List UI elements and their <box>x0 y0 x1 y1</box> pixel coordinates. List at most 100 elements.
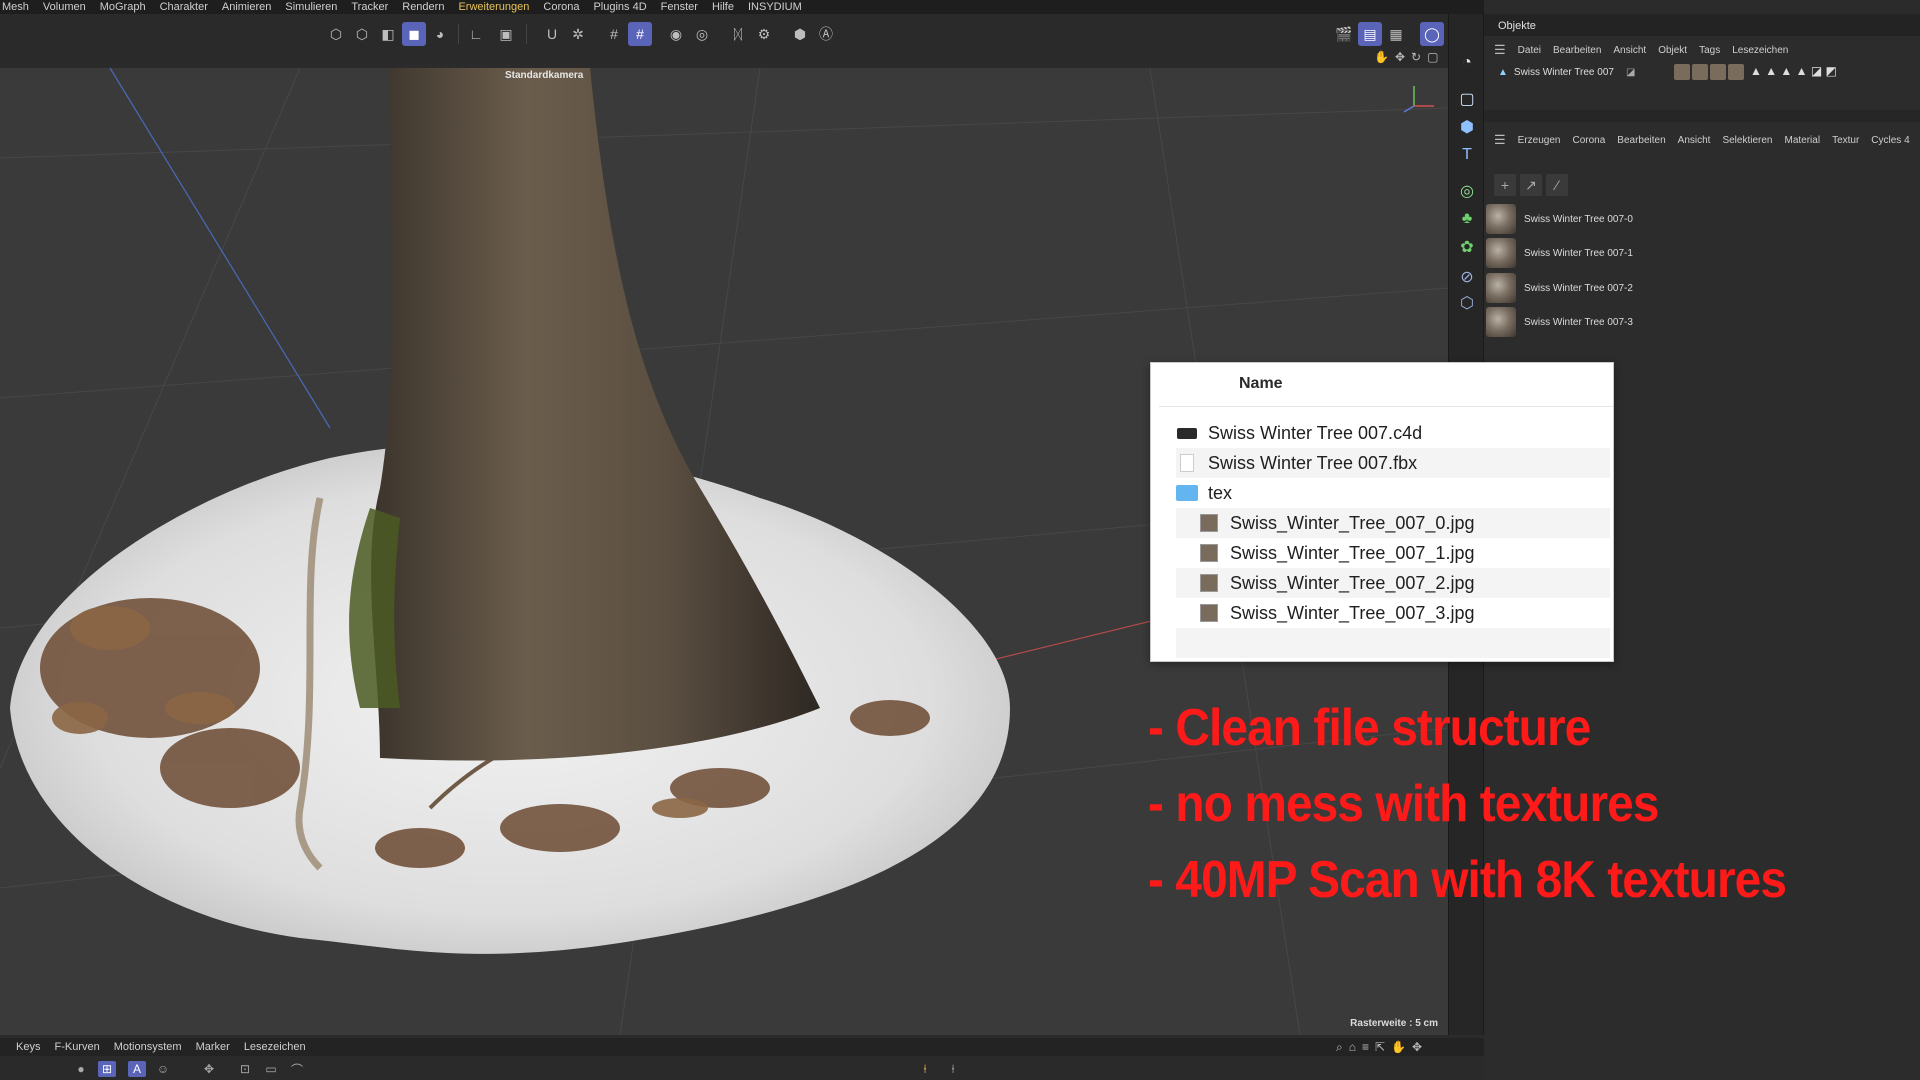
axis-icon[interactable]: ∟ <box>464 22 488 46</box>
menu-corona[interactable]: Corona <box>543 1 579 13</box>
menu-volumen[interactable]: Volumen <box>43 1 86 13</box>
pan-icon[interactable]: ✋ <box>1374 50 1389 64</box>
home-icon[interactable]: ⌂ <box>1349 1040 1356 1055</box>
add-marker-icon[interactable]: ⍿ <box>944 1061 962 1077</box>
maximize-view-icon[interactable]: ▢ <box>1427 50 1438 64</box>
small-cube-icon[interactable]: ⬡ <box>1454 290 1480 316</box>
menu-lesezeichen[interactable]: Lesezeichen <box>1732 45 1788 56</box>
effector-gear-icon[interactable]: ✿ <box>1454 234 1480 260</box>
menu-ansicht[interactable]: Ansicht <box>1678 135 1711 146</box>
add-icon[interactable]: + <box>1494 174 1516 196</box>
menu-charakter[interactable]: Charakter <box>160 1 208 13</box>
external-icon[interactable]: ⇱ <box>1375 1040 1385 1055</box>
pan-icon[interactable]: ✋ <box>1391 1040 1406 1055</box>
finder-row[interactable]: tex <box>1176 478 1610 508</box>
rotate-view-icon[interactable]: ↻ <box>1411 50 1421 64</box>
menu-tags[interactable]: Tags <box>1699 45 1720 56</box>
finder-row[interactable]: Swiss Winter Tree 007.c4d <box>1176 418 1610 448</box>
magnet-icon[interactable]: U <box>540 22 564 46</box>
grid-snap-icon[interactable]: # <box>602 22 626 46</box>
uvw-tag-icon[interactable]: ▲ ▲ ▲ ▲ ◪ ◩ <box>1750 64 1837 80</box>
material-item[interactable]: Swiss Winter Tree 007-0 <box>1486 202 1906 236</box>
material-tag-icon[interactable] <box>1674 64 1690 80</box>
menu-bearbeiten[interactable]: Bearbeiten <box>1617 135 1665 146</box>
text-icon[interactable]: T <box>1454 142 1480 168</box>
menu-fkurven[interactable]: F-Kurven <box>54 1041 99 1053</box>
material-item[interactable]: Swiss Winter Tree 007-2 <box>1486 271 1906 305</box>
rectangle-icon[interactable]: ▢ <box>1454 86 1480 112</box>
menu-keys[interactable]: Keys <box>16 1041 40 1053</box>
curve-icon[interactable]: ⌒ <box>288 1061 306 1077</box>
menu-motionsystem[interactable]: Motionsystem <box>114 1041 182 1053</box>
visibility-icon[interactable]: ◪ <box>1626 67 1635 78</box>
cycle-icon[interactable]: ◯ <box>1420 22 1444 46</box>
frame-icon[interactable]: ⊡ <box>236 1061 254 1077</box>
snap-settings-icon[interactable]: ✲ <box>566 22 590 46</box>
move-view-icon[interactable]: ✥ <box>1395 50 1405 64</box>
solo-icon[interactable]: ▣ <box>494 22 518 46</box>
material-tag-icon[interactable] <box>1728 64 1744 80</box>
menu-erzeugen[interactable]: Erzeugen <box>1518 135 1561 146</box>
key-icon[interactable]: ▭ <box>262 1061 280 1077</box>
material-tag-icon[interactable] <box>1710 64 1726 80</box>
deformer-icon[interactable]: ⊘ <box>1454 264 1480 290</box>
workplane-icon[interactable]: # <box>628 22 652 46</box>
menu-mograph[interactable]: MoGraph <box>100 1 146 13</box>
menu-objekt[interactable]: Objekt <box>1658 45 1687 56</box>
menu-marker[interactable]: Marker <box>196 1041 230 1053</box>
menu-lesezeichen[interactable]: Lesezeichen <box>244 1041 306 1053</box>
move-icon[interactable]: ✥ <box>1412 1040 1422 1055</box>
render-settings-icon[interactable]: ▦ <box>1384 22 1408 46</box>
material-item[interactable]: Swiss Winter Tree 007-1 <box>1486 236 1906 270</box>
menu-simulieren[interactable]: Simulieren <box>285 1 337 13</box>
polygons-mode-icon[interactable]: ◧ <box>376 22 400 46</box>
gear-icon[interactable]: ⚙ <box>752 22 776 46</box>
hexagon-icon[interactable]: ⬢ <box>788 22 812 46</box>
finder-header[interactable]: Name <box>1159 363 1613 407</box>
marker-icon[interactable]: ⍿ <box>916 1061 934 1077</box>
render-view-icon[interactable]: 🎬 <box>1332 22 1356 46</box>
menu-cycles4d[interactable]: Cycles 4 <box>1871 135 1909 146</box>
render-picture-viewer-icon[interactable]: ▤ <box>1358 22 1382 46</box>
search-icon[interactable]: ⌕ <box>1336 1040 1343 1055</box>
menu-corona[interactable]: Corona <box>1572 135 1605 146</box>
menu-animieren[interactable]: Animieren <box>222 1 272 13</box>
menu-insydium[interactable]: INSYDIUM <box>748 1 802 13</box>
object-row[interactable]: ▲ Swiss Winter Tree 007 ◪ <box>1498 64 1635 80</box>
text-a-icon[interactable]: A <box>128 1061 146 1077</box>
menu-bearbeiten[interactable]: Bearbeiten <box>1553 45 1601 56</box>
material-tag-icon[interactable] <box>1692 64 1708 80</box>
menu-mesh[interactable]: Mesh <box>2 1 29 13</box>
symmetry-icon[interactable]: ᛞ <box>726 22 750 46</box>
finder-row[interactable]: Swiss_Winter_Tree_007_1.jpg <box>1176 538 1610 568</box>
points-mode-icon[interactable]: ⬡ <box>324 22 348 46</box>
menu-fenster[interactable]: Fenster <box>661 1 698 13</box>
finder-row[interactable]: Swiss_Winter_Tree_007_3.jpg <box>1176 598 1610 628</box>
menu-hilfe[interactable]: Hilfe <box>712 1 734 13</box>
live-select-icon[interactable]: ◔ <box>1454 50 1480 76</box>
objects-tab[interactable]: Objekte <box>1484 14 1920 36</box>
menu-datei[interactable]: Datei <box>1518 45 1541 56</box>
camera-object-icon[interactable]: ◎ <box>1454 178 1480 204</box>
move-key-icon[interactable]: ✥ <box>200 1061 218 1077</box>
edges-mode-icon[interactable]: ⬡ <box>350 22 374 46</box>
object-mode-icon[interactable]: ◕ <box>428 22 452 46</box>
menu-material[interactable]: Material <box>1784 135 1820 146</box>
menu-ansicht[interactable]: Ansicht <box>1613 45 1646 56</box>
hamburger-icon[interactable]: ☰ <box>1494 132 1506 148</box>
record-icon[interactable]: ◉ <box>664 22 688 46</box>
menu-textur[interactable]: Textur <box>1832 135 1859 146</box>
cube-icon[interactable]: ⬢ <box>1454 114 1480 140</box>
finder-row[interactable]: Swiss_Winter_Tree_007_2.jpg <box>1176 568 1610 598</box>
hierarchy-icon[interactable]: ⊞ <box>98 1061 116 1077</box>
arrow-icon[interactable]: ↗ <box>1520 174 1542 196</box>
person-icon[interactable]: ☺ <box>154 1061 172 1077</box>
material-item[interactable]: Swiss Winter Tree 007-3 <box>1486 305 1906 339</box>
menu-tracker[interactable]: Tracker <box>351 1 388 13</box>
model-mode-icon[interactable]: ◼ <box>402 22 426 46</box>
a-plugin-icon[interactable]: Ⓐ <box>814 22 838 46</box>
menu-plugins4d[interactable]: Plugins 4D <box>593 1 646 13</box>
mograph-icon[interactable]: ♣ <box>1454 206 1480 232</box>
menu-selektieren[interactable]: Selektieren <box>1722 135 1772 146</box>
pipette-icon[interactable]: ⁄ <box>1546 174 1568 196</box>
